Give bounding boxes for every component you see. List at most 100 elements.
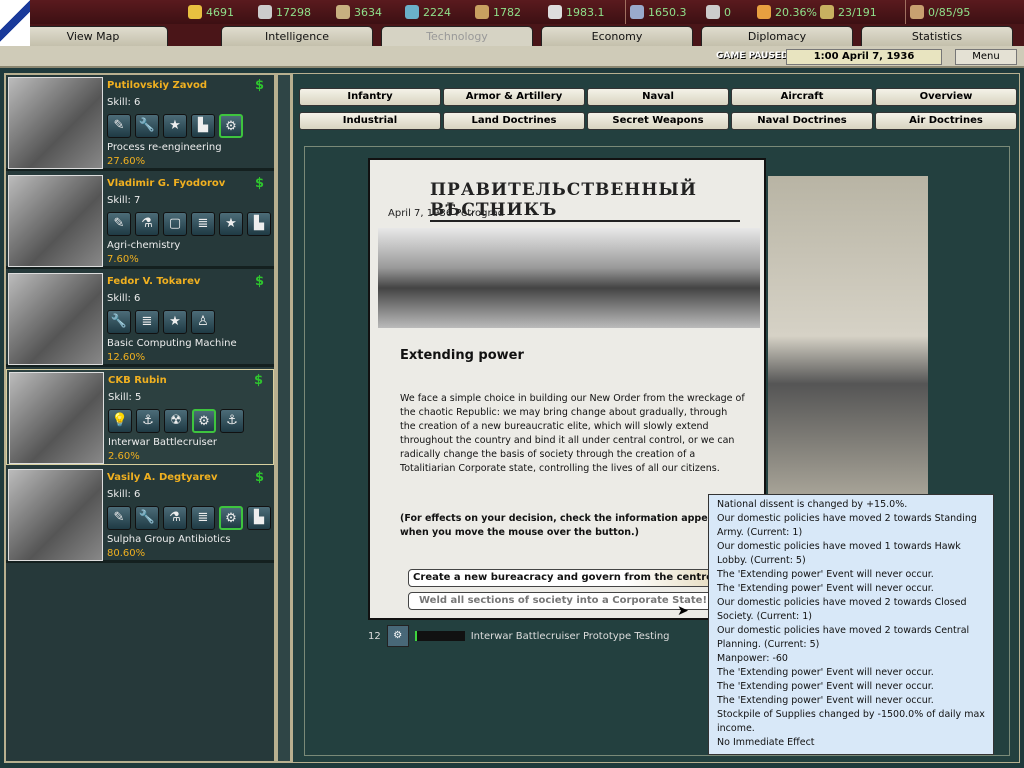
specialty-icon: ⚓	[136, 409, 160, 433]
resource-metal[interactable]: 17298	[258, 5, 311, 19]
team-project: Basic Computing Machine	[107, 338, 237, 349]
dollar-icon: $	[254, 176, 264, 191]
specialty-icons: ✎ ⚗ ▢ ≣ ★ ▙	[107, 212, 271, 236]
category-armor-artillery[interactable]: Armor & Artillery	[443, 88, 585, 106]
tab-intelligence[interactable]: Intelligence	[221, 26, 373, 46]
tooltip-line: The 'Extending power' Event will never o…	[717, 681, 934, 692]
research-team[interactable]: Putilovskiy Zavod $ Skill: 6 ✎ 🔧 ★ ▙ ⚙ Process r…	[6, 75, 274, 171]
research-team[interactable]: Vasily A. Degtyarev $ Skill: 6 ✎ 🔧 ⚗ ≣ ⚙ ▙ Sulpha…	[6, 467, 274, 563]
resource-bar: 4691 17298 3634 2224 1782 1983.1 1650.3 0 20.36%…	[0, 0, 1024, 26]
team-progress: 2.60%	[108, 451, 140, 462]
tooltip-line: The 'Extending power' Event will never o…	[717, 583, 934, 594]
specialty-icons: 🔧 ≣ ★ ♙	[107, 310, 215, 334]
tab-economy[interactable]: Economy	[541, 26, 693, 46]
resource-value: 0	[724, 5, 731, 19]
team-name: Vladimir G. Fyodorov	[107, 178, 226, 189]
team-skill: Skill: 5	[108, 392, 142, 403]
resource-energy[interactable]: 4691	[188, 5, 234, 19]
team-photo	[9, 372, 104, 464]
specialty-icon: ☢	[164, 409, 188, 433]
panel-divider	[276, 73, 292, 763]
team-project: Process re-engineering	[107, 142, 222, 153]
separator	[905, 0, 906, 26]
specialty-icon: ▙	[191, 114, 215, 138]
choice-corporate-state-button[interactable]: Weld all sections of society into a Corp…	[408, 592, 718, 610]
team-name: Fedor V. Tokarev	[107, 276, 201, 287]
resource-manpower[interactable]: 1650.3	[630, 5, 687, 19]
event-note: (For effects on your decision, check the…	[400, 513, 736, 538]
resource-supplies[interactable]: 1782	[475, 5, 521, 19]
resource-ic[interactable]: 0/85/95	[910, 5, 970, 19]
tab-technology[interactable]: Technology	[381, 26, 533, 46]
research-team[interactable]: Vladimir G. Fyodorov $ Skill: 7 ✎ ⚗ ▢ ≣ ★ ▙ Agri-…	[6, 173, 274, 269]
event-dateline: April 7, 1936 Petrograd	[388, 208, 505, 219]
tab-statistics[interactable]: Statistics	[861, 26, 1013, 46]
mouse-cursor-icon: ➤	[677, 603, 689, 619]
dissent-icon	[757, 5, 771, 19]
category-infantry[interactable]: Infantry	[299, 88, 441, 106]
menu-button[interactable]: Menu	[955, 49, 1017, 65]
specialty-icon: 💡	[108, 409, 132, 433]
specialty-icon: ▢	[163, 212, 187, 236]
team-progress: 12.60%	[107, 352, 146, 363]
progress-days: 12	[368, 630, 381, 642]
separator	[625, 0, 626, 26]
category-overview[interactable]: Overview	[875, 88, 1017, 106]
event-dialog: ПРАВИТЕЛЬСТВЕННЫЙ ВѢСТНИКЪ April 7, 1936…	[368, 158, 766, 620]
resource-value: 0/85/95	[928, 5, 971, 19]
category-secret-weapons[interactable]: Secret Weapons	[587, 112, 729, 130]
gear-icon: ⚙	[386, 625, 409, 647]
resource-value: 1782	[493, 5, 521, 19]
dollar-icon: $	[254, 274, 264, 289]
category-naval[interactable]: Naval	[587, 88, 729, 106]
team-progress: 7.60%	[107, 254, 139, 265]
resource-transports[interactable]: 0	[706, 5, 731, 19]
team-name: Putilovskiy Zavod	[107, 80, 208, 91]
tooltip-line: The 'Extending power' Event will never o…	[717, 695, 934, 706]
resource-convoys[interactable]: 23/191	[820, 5, 877, 19]
research-progress-row: 12 ⚙ Interwar Battlecruiser Prototype Te…	[368, 625, 670, 647]
metal-icon	[258, 5, 272, 19]
research-team[interactable]: CKB Rubin $ Skill: 5 💡 ⚓ ☢ ⚙ ⚓ Interwar Battlecr…	[6, 369, 274, 465]
category-air-doctrines[interactable]: Air Doctrines	[875, 112, 1017, 130]
team-photo	[8, 77, 103, 169]
research-team[interactable]: Fedor V. Tokarev $ Skill: 6 🔧 ≣ ★ ♙ Basic Compu…	[6, 271, 274, 367]
specialty-icon: ▙	[247, 506, 271, 530]
specialty-icons: 💡 ⚓ ☢ ⚙ ⚓	[108, 409, 244, 433]
tooltip-line: Our domestic policies have moved 1 towar…	[717, 541, 961, 566]
specialty-icon: ⚙	[219, 114, 243, 138]
tooltip-line: National dissent is changed by +15.0%.	[717, 499, 908, 510]
choice-bureaucracy-button[interactable]: Create a new bureacracy and govern from …	[408, 569, 718, 587]
specialty-icon: ⚙	[192, 409, 216, 433]
tab-diplomacy[interactable]: Diplomacy	[701, 26, 853, 46]
team-project: Agri-chemistry	[107, 240, 181, 251]
category-land-doctrines[interactable]: Land Doctrines	[443, 112, 585, 130]
ic-icon	[910, 5, 924, 19]
category-naval-doctrines[interactable]: Naval Doctrines	[731, 112, 873, 130]
background-document	[768, 176, 928, 496]
date-display[interactable]: 1:00 April 7, 1936	[786, 49, 942, 65]
resource-value: 4691	[206, 5, 234, 19]
category-aircraft[interactable]: Aircraft	[731, 88, 873, 106]
resource-oil[interactable]: 2224	[405, 5, 451, 19]
category-industrial[interactable]: Industrial	[299, 112, 441, 130]
specialty-icon: ≣	[135, 310, 159, 334]
game-paused-label: GAME PAUSED	[716, 51, 789, 61]
tooltip-line: Our domestic policies have moved 2 towar…	[717, 513, 977, 538]
main-tabs: View Map Intelligence Technology Economy Dip…	[0, 24, 1024, 46]
resource-rare-materials[interactable]: 3634	[336, 5, 382, 19]
tab-view-map[interactable]: View Map	[18, 26, 168, 46]
transports-icon	[706, 5, 720, 19]
event-image	[378, 228, 760, 328]
resource-money[interactable]: 1983.1	[548, 5, 605, 19]
effects-tooltip: National dissent is changed by +15.0%. Ou…	[708, 494, 994, 755]
tooltip-line: Our domestic policies have moved 2 towar…	[717, 625, 970, 650]
resource-dissent[interactable]: 20.36%	[757, 5, 817, 19]
rare-materials-icon	[336, 5, 350, 19]
specialty-icon: ★	[163, 310, 187, 334]
resource-value: 17298	[276, 5, 311, 19]
specialty-icon: ✎	[107, 506, 131, 530]
tooltip-line: Stockpile of Supplies changed by -1500.0…	[717, 709, 985, 734]
nation-flag[interactable]	[0, 0, 30, 46]
oil-icon	[405, 5, 419, 19]
